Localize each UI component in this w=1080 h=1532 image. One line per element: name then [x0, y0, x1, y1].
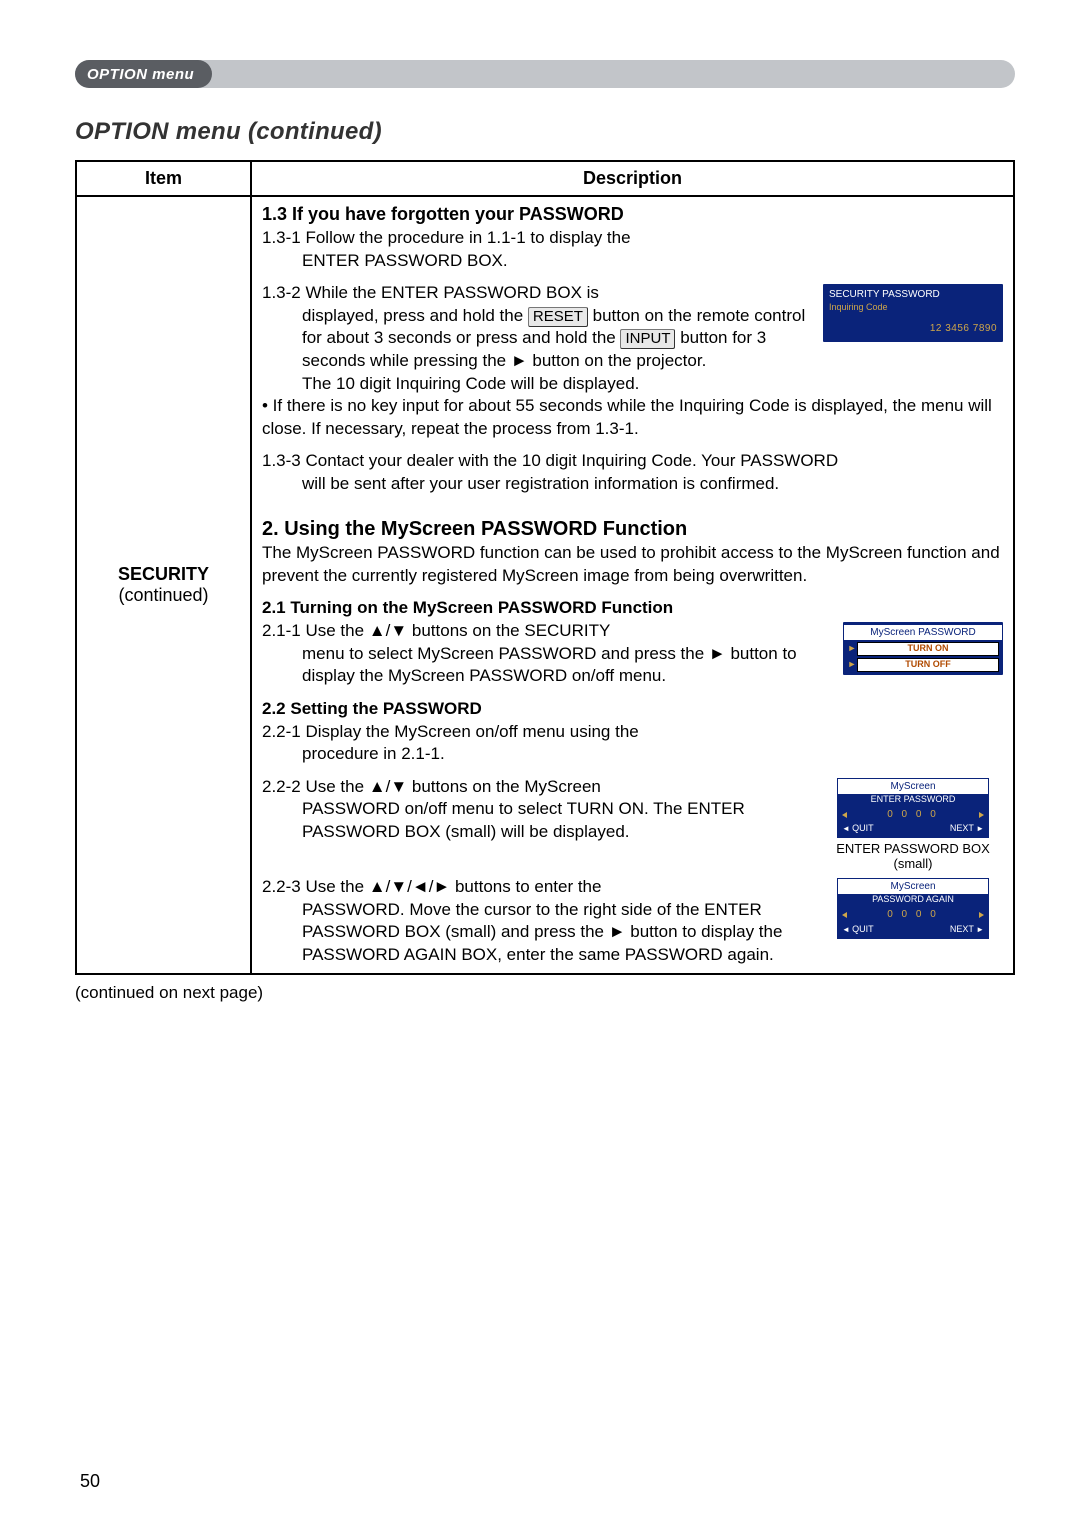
text: ENTER PASSWORD BOX.: [262, 250, 1003, 273]
continued-note: (continued on next page): [75, 983, 1015, 1003]
figure-inquiring-code: SECURITY PASSWORD Inquiring Code 12 3456…: [823, 284, 1003, 342]
text: 2.1-1 Use the ▲/▼ buttons on the SECURIT…: [262, 621, 610, 640]
box-next: NEXT: [950, 924, 984, 936]
input-button-label: INPUT: [620, 329, 675, 349]
section-title: OPTION menu (continued): [75, 118, 1015, 146]
item-cell-security: SECURITY (continued): [76, 196, 251, 974]
box-quit: QUIT: [842, 924, 874, 936]
para-1-3-1: 1.3-1 Follow the procedure in 1.1-1 to d…: [262, 227, 1003, 272]
security-password-box: SECURITY PASSWORD Inquiring Code 12 3456…: [823, 284, 1003, 342]
fig-subheader: Inquiring Code: [829, 302, 997, 314]
menu-arrow-icon: ►: [847, 643, 857, 655]
fig-header: SECURITY PASSWORD: [829, 288, 997, 301]
enter-password-box: MyScreen ENTER PASSWORD 0 0 0 0 QUIT NEX…: [837, 778, 989, 839]
box-quit: QUIT: [842, 823, 874, 835]
figure-password-again-box: MyScreen PASSWORD AGAIN 0 0 0 0 QUIT NEX…: [823, 878, 1003, 939]
heading-2-1: 2.1 Turning on the MyScreen PASSWORD Fun…: [262, 597, 1003, 620]
box-title-2: ENTER PASSWORD: [838, 794, 988, 807]
fig-code: 12 3456 7890: [829, 322, 997, 335]
box-title-1: MyScreen: [838, 879, 988, 894]
heading-2-2: 2.2 Setting the PASSWORD: [262, 698, 1003, 721]
option-menu-tab: OPTION menu: [75, 60, 212, 88]
option-table: Item Description SECURITY (continued) 1.…: [75, 160, 1015, 975]
text: procedure in 2.1-1.: [262, 743, 1003, 766]
text: 2.2-3 Use the ▲/▼/◄/► buttons to enter t…: [262, 877, 601, 896]
text: 1.3-3 Contact your dealer with the 10 di…: [262, 451, 838, 470]
item-title: SECURITY: [87, 564, 240, 585]
box-digits: 0 0 0 0: [838, 807, 988, 822]
menu-title: MyScreen PASSWORD: [843, 624, 1003, 641]
myscreen-password-menu: MyScreen PASSWORD ► TURN ON ► TURN OFF: [843, 622, 1003, 675]
menu-arrow-icon: ►: [847, 659, 857, 671]
box-title-2: PASSWORD AGAIN: [838, 894, 988, 907]
text: 2.2-1 Display the MyScreen on/off menu u…: [262, 722, 639, 741]
menu-option-on: TURN ON: [857, 642, 999, 656]
para-1-3-3: 1.3-3 Contact your dealer with the 10 di…: [262, 450, 1003, 495]
page-number: 50: [80, 1471, 100, 1492]
text: 2.2-2 Use the ▲/▼ buttons on the MyScree…: [262, 777, 601, 796]
item-subtitle: (continued): [87, 585, 240, 606]
figure-caption: ENTER PASSWORD BOX (small): [823, 842, 1003, 872]
description-cell: 1.3 If you have forgotten your PASSWORD …: [251, 196, 1014, 974]
para-2-intro: The MyScreen PASSWORD function can be us…: [262, 542, 1003, 587]
figure-myscreen-onoff: MyScreen PASSWORD ► TURN ON ► TURN OFF: [843, 622, 1003, 675]
text: ENTER PASSWORD BOX: [836, 841, 990, 856]
text: displayed, press and hold the: [302, 306, 528, 325]
box-title-1: MyScreen: [838, 779, 988, 794]
section-tab-bar: OPTION menu: [75, 60, 1015, 96]
para-2-2-1: 2.2-1 Display the MyScreen on/off menu u…: [262, 721, 1003, 766]
box-next: NEXT: [950, 823, 984, 835]
text: 1.3-2 While the ENTER PASSWORD BOX is: [262, 283, 599, 302]
tab-bar-background: [75, 60, 1015, 88]
box-digits: 0 0 0 0: [838, 907, 988, 922]
figure-enter-password-box: MyScreen ENTER PASSWORD 0 0 0 0 QUIT NEX…: [823, 778, 1003, 872]
reset-button-label: RESET: [528, 307, 588, 327]
heading-1-3: 1.3 If you have forgotten your PASSWORD: [262, 203, 1003, 227]
text: • If there is no key input for about 55 …: [262, 396, 992, 438]
text: The 10 digit Inquiring Code will be disp…: [302, 374, 639, 393]
header-description: Description: [251, 161, 1014, 196]
header-item: Item: [76, 161, 251, 196]
tab-label: OPTION menu: [87, 66, 194, 83]
text: will be sent after your user registratio…: [262, 473, 1003, 496]
menu-option-off: TURN OFF: [857, 658, 999, 672]
heading-2: 2. Using the MyScreen PASSWORD Function: [262, 516, 1003, 543]
password-again-box: MyScreen PASSWORD AGAIN 0 0 0 0 QUIT NEX…: [837, 878, 989, 939]
text: 1.3-1 Follow the procedure in 1.1-1 to d…: [262, 228, 631, 247]
text: (small): [894, 856, 933, 871]
